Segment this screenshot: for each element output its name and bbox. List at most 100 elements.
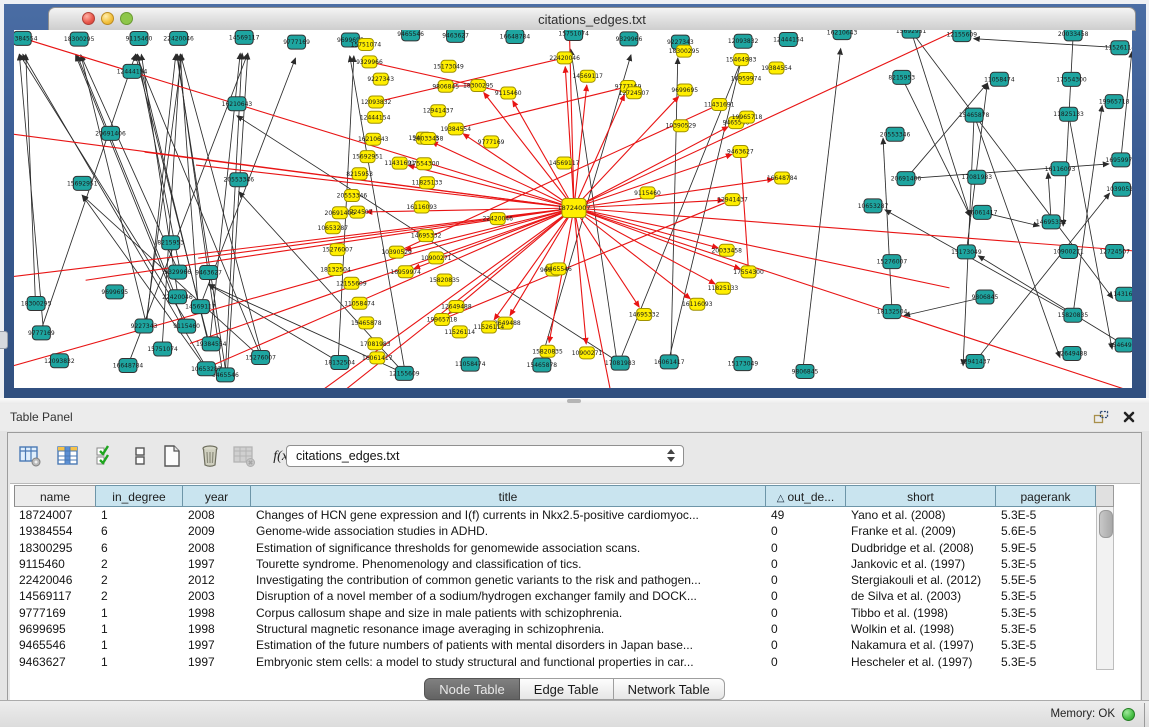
column-checklist-icon bbox=[94, 444, 118, 468]
graph-node-label: 11825133 bbox=[1053, 111, 1084, 118]
delete-column-button[interactable] bbox=[196, 442, 224, 470]
column-header-name[interactable]: name bbox=[14, 485, 96, 507]
graph-node-label: 15465878 bbox=[351, 320, 382, 327]
left-panel-collapse-handle[interactable] bbox=[0, 331, 8, 349]
graph-node-label: 11431691 bbox=[704, 101, 735, 108]
graph-node-label: 9806845 bbox=[792, 368, 819, 375]
table-row[interactable]: 911546021997Tourette syndrome. Phenomeno… bbox=[14, 556, 1096, 572]
column-header-out-degree[interactable]: △out_de... bbox=[766, 485, 846, 507]
table-cell: 6 bbox=[96, 540, 183, 556]
graph-node-label: 16210643 bbox=[358, 136, 389, 143]
column-header-pagerank[interactable]: pagerank bbox=[996, 485, 1096, 507]
column-header-year[interactable]: year bbox=[183, 485, 251, 507]
table-cell: 2008 bbox=[183, 540, 251, 556]
graph-node-label: 19965718 bbox=[427, 317, 458, 324]
graph-node-label: 20033458 bbox=[1058, 31, 1089, 38]
graph-node-label: 16648784 bbox=[113, 363, 144, 370]
table-panel-content: f(x) citations_edges.txt name in_degree … bbox=[7, 432, 1142, 702]
graph-node-label: 9465546 bbox=[545, 266, 572, 273]
table-cell: Nakamura et al. (1997) bbox=[846, 637, 996, 653]
graph-node-label: 19965718 bbox=[732, 114, 763, 121]
graph-node-label: 10900271 bbox=[421, 255, 452, 262]
table-row[interactable]: 2242004622012Investigating the contribut… bbox=[14, 572, 1096, 588]
table-row[interactable]: 1872400712008Changes of HCN gene express… bbox=[14, 507, 1096, 523]
graph-node-label: 12724507 bbox=[619, 90, 650, 97]
graph-node-label: 9777169 bbox=[283, 39, 310, 46]
graph-node-label: 11825133 bbox=[412, 180, 443, 187]
table-cell: 0 bbox=[766, 556, 846, 572]
table-mode-button[interactable] bbox=[16, 442, 44, 470]
table-cell: 1 bbox=[96, 637, 183, 653]
graph-edge bbox=[432, 142, 574, 208]
table-cell: 0 bbox=[766, 637, 846, 653]
table-cell: Genome-wide association studies in ADHD. bbox=[251, 523, 766, 539]
table-row[interactable]: 946554611997Estimation of the future num… bbox=[14, 637, 1096, 653]
table-row[interactable]: 969969511998Structural magnetic resonanc… bbox=[14, 621, 1096, 637]
table-cell: 5.3E-5 bbox=[996, 605, 1096, 621]
graph-node-label: 16116093 bbox=[406, 204, 437, 211]
tab-network-table[interactable]: Network Table bbox=[614, 678, 725, 700]
graph-node-label: 15820835 bbox=[532, 348, 563, 355]
graph-edge bbox=[883, 138, 892, 311]
table-row[interactable]: 946362711997Embryonic stem cells: a mode… bbox=[14, 654, 1096, 670]
table-cell: 2003 bbox=[183, 588, 251, 604]
new-document-icon bbox=[160, 444, 184, 468]
table-cell: 0 bbox=[766, 605, 846, 621]
close-panel-icon[interactable] bbox=[1122, 410, 1136, 424]
table-selector-dropdown[interactable]: citations_edges.txt bbox=[286, 445, 684, 467]
graph-node-label: 18132504 bbox=[877, 309, 908, 316]
graph-node-label: 14695332 bbox=[1036, 219, 1067, 226]
graph-node-label: 14569117 bbox=[549, 160, 580, 167]
table-cell: Embryonic stem cells: a model to study s… bbox=[251, 654, 766, 670]
graph-node-label: 9115460 bbox=[495, 90, 522, 97]
graph-edge bbox=[456, 87, 628, 129]
graph-node-label: 18132504 bbox=[320, 267, 351, 274]
table-cell: 5.3E-5 bbox=[996, 507, 1096, 523]
graph-node-label: 15464983 bbox=[726, 57, 757, 64]
graph-node-label: 11058474 bbox=[344, 300, 375, 307]
table-row[interactable]: 977716911998Corpus callosum shape and si… bbox=[14, 605, 1096, 621]
column-header-in-degree[interactable]: in_degree bbox=[96, 485, 183, 507]
table-scrollbar[interactable] bbox=[1096, 507, 1114, 670]
row-height-button[interactable] bbox=[126, 442, 154, 470]
graph-node-label: 15751074 bbox=[351, 41, 382, 48]
table-row[interactable]: 1938455462009Genome-wide association stu… bbox=[14, 523, 1096, 539]
graph-edge bbox=[906, 83, 987, 178]
scrollbar-thumb[interactable] bbox=[1099, 510, 1113, 538]
network-window-title: citations_edges.txt bbox=[49, 8, 1135, 30]
network-canvas[interactable]: 1938455418300295911546022420046145691179… bbox=[14, 30, 1132, 388]
table-cell: Estimation of significance thresholds fo… bbox=[251, 540, 766, 556]
table-cell: 0 bbox=[766, 654, 846, 670]
graph-edge bbox=[911, 31, 1113, 298]
tab-node-table[interactable]: Node Table bbox=[424, 678, 520, 700]
graph-node-label: 10390529 bbox=[666, 123, 697, 130]
graph-node-label: 10900271 bbox=[572, 350, 603, 357]
graph-node-label: 12941437 bbox=[717, 197, 748, 204]
graph-edge bbox=[574, 208, 690, 299]
network-window-titlebar[interactable]: citations_edges.txt bbox=[48, 7, 1136, 31]
select-columns-button[interactable] bbox=[92, 442, 120, 470]
create-column-button[interactable] bbox=[158, 442, 186, 470]
graph-node-label: 18300295 bbox=[64, 36, 95, 43]
tab-edge-table[interactable]: Edge Table bbox=[520, 678, 614, 700]
status-bar: Memory: OK bbox=[0, 700, 1149, 727]
column-header-title[interactable]: title bbox=[251, 485, 766, 507]
stacked-rows-icon bbox=[128, 444, 152, 468]
memory-ok-indicator[interactable] bbox=[1122, 708, 1135, 721]
graph-node-label: 11526114 bbox=[474, 324, 505, 331]
table-cell: 49 bbox=[766, 507, 846, 523]
column-header-short[interactable]: short bbox=[846, 485, 996, 507]
float-panel-icon[interactable] bbox=[1093, 410, 1109, 424]
table-cell: 18300295 bbox=[14, 540, 96, 556]
graph-node-label: 9227343 bbox=[367, 76, 394, 83]
graph-node-label: 15820835 bbox=[429, 277, 460, 284]
table-cell: Franke et al. (2009) bbox=[846, 523, 996, 539]
graph-node-label: 12649488 bbox=[1057, 350, 1088, 357]
table-cell: Stergiakouli et al. (2012) bbox=[846, 572, 996, 588]
table-row[interactable]: 1830029562008Estimation of significance … bbox=[14, 540, 1096, 556]
show-columns-button[interactable] bbox=[54, 442, 82, 470]
delete-table-button[interactable] bbox=[230, 442, 258, 470]
graph-node-label: 10900271 bbox=[1053, 248, 1084, 255]
graph-edge bbox=[978, 256, 1124, 345]
table-row[interactable]: 1456911722003Disruption of a novel membe… bbox=[14, 588, 1096, 604]
